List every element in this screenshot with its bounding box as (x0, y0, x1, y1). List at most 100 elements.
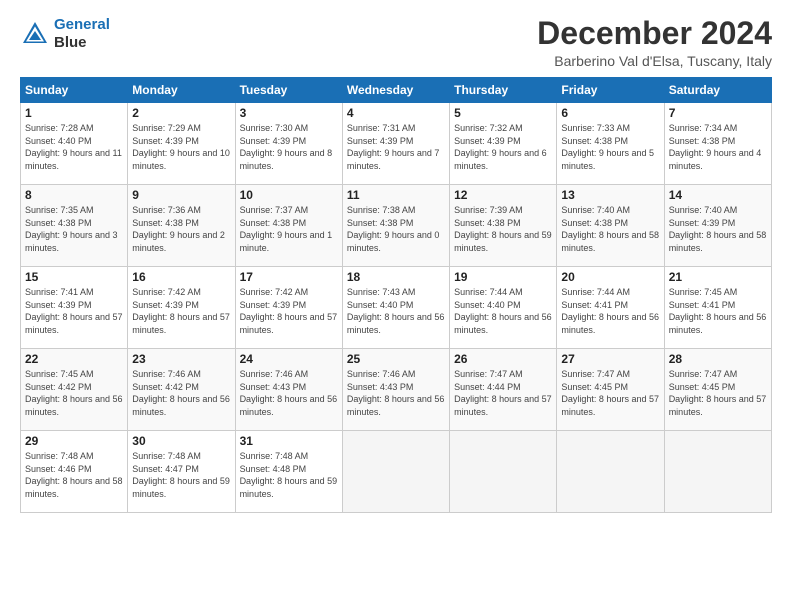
day-number: 17 (240, 270, 338, 284)
day-number: 23 (132, 352, 230, 366)
calendar-cell: 28 Sunrise: 7:47 AMSunset: 4:45 PMDayligh… (664, 349, 771, 431)
calendar-table: SundayMondayTuesdayWednesdayThursdayFrid… (20, 77, 772, 513)
week-row-1: 1Sunrise: 7:28 AMSunset: 4:40 PMDaylight… (21, 103, 772, 185)
day-number: 15 (25, 270, 123, 284)
day-number: 29 (25, 434, 123, 448)
col-header-wednesday: Wednesday (342, 78, 449, 103)
calendar-cell: 12 Sunrise: 7:39 AMSunset: 4:38 PMDayligh… (450, 185, 557, 267)
day-detail: Sunrise: 7:28 AMSunset: 4:40 PMDaylight:… (25, 123, 122, 171)
day-detail: Sunrise: 7:39 AMSunset: 4:38 PMDaylight:… (454, 205, 552, 253)
day-number: 16 (132, 270, 230, 284)
week-row-5: 29 Sunrise: 7:48 AMSunset: 4:46 PMDayligh… (21, 431, 772, 513)
day-number: 25 (347, 352, 445, 366)
day-detail: Sunrise: 7:47 AMSunset: 4:44 PMDaylight:… (454, 369, 552, 417)
day-number: 4 (347, 106, 445, 120)
day-number: 12 (454, 188, 552, 202)
day-detail: Sunrise: 7:46 AMSunset: 4:43 PMDaylight:… (240, 369, 338, 417)
day-detail: Sunrise: 7:29 AMSunset: 4:39 PMDaylight:… (132, 123, 230, 171)
day-number: 10 (240, 188, 338, 202)
day-detail: Sunrise: 7:31 AMSunset: 4:39 PMDaylight:… (347, 123, 440, 171)
calendar-cell: 16 Sunrise: 7:42 AMSunset: 4:39 PMDayligh… (128, 267, 235, 349)
calendar-cell: 26 Sunrise: 7:47 AMSunset: 4:44 PMDayligh… (450, 349, 557, 431)
calendar-cell: 18 Sunrise: 7:43 AMSunset: 4:40 PMDayligh… (342, 267, 449, 349)
main-title: December 2024 (537, 16, 772, 51)
calendar-cell: 5 Sunrise: 7:32 AMSunset: 4:39 PMDaylight… (450, 103, 557, 185)
calendar-cell: 24 Sunrise: 7:46 AMSunset: 4:43 PMDayligh… (235, 349, 342, 431)
col-header-sunday: Sunday (21, 78, 128, 103)
calendar-cell: 11 Sunrise: 7:38 AMSunset: 4:38 PMDayligh… (342, 185, 449, 267)
header-row: SundayMondayTuesdayWednesdayThursdayFrid… (21, 78, 772, 103)
day-detail: Sunrise: 7:43 AMSunset: 4:40 PMDaylight:… (347, 287, 445, 335)
calendar-cell: 31Sunrise: 7:48 AMSunset: 4:48 PMDayligh… (235, 431, 342, 513)
calendar-cell (342, 431, 449, 513)
day-detail: Sunrise: 7:32 AMSunset: 4:39 PMDaylight:… (454, 123, 547, 171)
day-detail: Sunrise: 7:46 AMSunset: 4:42 PMDaylight:… (132, 369, 230, 417)
day-detail: Sunrise: 7:38 AMSunset: 4:38 PMDaylight:… (347, 205, 440, 253)
day-number: 5 (454, 106, 552, 120)
day-number: 2 (132, 106, 230, 120)
day-number: 20 (561, 270, 659, 284)
day-number: 19 (454, 270, 552, 284)
day-number: 26 (454, 352, 552, 366)
calendar-cell (664, 431, 771, 513)
week-row-2: 8Sunrise: 7:35 AMSunset: 4:38 PMDaylight… (21, 185, 772, 267)
subtitle: Barberino Val d'Elsa, Tuscany, Italy (537, 53, 772, 69)
col-header-friday: Friday (557, 78, 664, 103)
calendar-cell (557, 431, 664, 513)
col-header-monday: Monday (128, 78, 235, 103)
calendar-cell: 17Sunrise: 7:42 AMSunset: 4:39 PMDayligh… (235, 267, 342, 349)
day-number: 24 (240, 352, 338, 366)
calendar-cell: 15 Sunrise: 7:41 AMSunset: 4:39 PMDayligh… (21, 267, 128, 349)
day-detail: Sunrise: 7:30 AMSunset: 4:39 PMDaylight:… (240, 123, 333, 171)
day-detail: Sunrise: 7:48 AMSunset: 4:46 PMDaylight:… (25, 451, 123, 499)
day-detail: Sunrise: 7:44 AMSunset: 4:40 PMDaylight:… (454, 287, 552, 335)
calendar-cell: 29 Sunrise: 7:48 AMSunset: 4:46 PMDayligh… (21, 431, 128, 513)
calendar-cell: 27Sunrise: 7:47 AMSunset: 4:45 PMDayligh… (557, 349, 664, 431)
day-number: 6 (561, 106, 659, 120)
day-detail: Sunrise: 7:41 AMSunset: 4:39 PMDaylight:… (25, 287, 123, 335)
logo-icon (20, 19, 50, 49)
calendar-cell: 9Sunrise: 7:36 AMSunset: 4:38 PMDaylight… (128, 185, 235, 267)
col-header-thursday: Thursday (450, 78, 557, 103)
day-number: 28 (669, 352, 767, 366)
day-detail: Sunrise: 7:42 AMSunset: 4:39 PMDaylight:… (132, 287, 230, 335)
calendar-cell: 13Sunrise: 7:40 AMSunset: 4:38 PMDayligh… (557, 185, 664, 267)
day-detail: Sunrise: 7:40 AMSunset: 4:39 PMDaylight:… (669, 205, 767, 253)
calendar-cell: 4 Sunrise: 7:31 AMSunset: 4:39 PMDaylight… (342, 103, 449, 185)
col-header-saturday: Saturday (664, 78, 771, 103)
day-detail: Sunrise: 7:36 AMSunset: 4:38 PMDaylight:… (132, 205, 225, 253)
day-number: 18 (347, 270, 445, 284)
day-detail: Sunrise: 7:33 AMSunset: 4:38 PMDaylight:… (561, 123, 654, 171)
week-row-4: 22Sunrise: 7:45 AMSunset: 4:42 PMDayligh… (21, 349, 772, 431)
calendar-cell: 19 Sunrise: 7:44 AMSunset: 4:40 PMDayligh… (450, 267, 557, 349)
day-detail: Sunrise: 7:45 AMSunset: 4:41 PMDaylight:… (669, 287, 767, 335)
logo: General Blue (20, 16, 110, 52)
day-number: 13 (561, 188, 659, 202)
week-row-3: 15 Sunrise: 7:41 AMSunset: 4:39 PMDayligh… (21, 267, 772, 349)
day-detail: Sunrise: 7:47 AMSunset: 4:45 PMDaylight:… (669, 369, 767, 417)
day-number: 14 (669, 188, 767, 202)
day-detail: Sunrise: 7:37 AMSunset: 4:38 PMDaylight:… (240, 205, 333, 253)
col-header-tuesday: Tuesday (235, 78, 342, 103)
day-detail: Sunrise: 7:45 AMSunset: 4:42 PMDaylight:… (25, 369, 123, 417)
calendar-cell: 20 Sunrise: 7:44 AMSunset: 4:41 PMDayligh… (557, 267, 664, 349)
calendar-cell: 22Sunrise: 7:45 AMSunset: 4:42 PMDayligh… (21, 349, 128, 431)
day-number: 8 (25, 188, 123, 202)
day-number: 21 (669, 270, 767, 284)
calendar-cell: 21 Sunrise: 7:45 AMSunset: 4:41 PMDayligh… (664, 267, 771, 349)
header: General Blue December 2024 Barberino Val… (20, 16, 772, 69)
calendar-cell: 2 Sunrise: 7:29 AMSunset: 4:39 PMDaylight… (128, 103, 235, 185)
logo-text: General Blue (54, 16, 110, 52)
day-number: 30 (132, 434, 230, 448)
calendar-cell: 7Sunrise: 7:34 AMSunset: 4:38 PMDaylight… (664, 103, 771, 185)
title-block: December 2024 Barberino Val d'Elsa, Tusc… (537, 16, 772, 69)
day-detail: Sunrise: 7:48 AMSunset: 4:48 PMDaylight:… (240, 451, 338, 499)
calendar-cell: 8Sunrise: 7:35 AMSunset: 4:38 PMDaylight… (21, 185, 128, 267)
calendar-cell: 6 Sunrise: 7:33 AMSunset: 4:38 PMDaylight… (557, 103, 664, 185)
day-detail: Sunrise: 7:34 AMSunset: 4:38 PMDaylight:… (669, 123, 762, 171)
calendar-cell (450, 431, 557, 513)
calendar-cell: 3Sunrise: 7:30 AMSunset: 4:39 PMDaylight… (235, 103, 342, 185)
day-detail: Sunrise: 7:44 AMSunset: 4:41 PMDaylight:… (561, 287, 659, 335)
calendar-cell: 23 Sunrise: 7:46 AMSunset: 4:42 PMDayligh… (128, 349, 235, 431)
day-number: 11 (347, 188, 445, 202)
